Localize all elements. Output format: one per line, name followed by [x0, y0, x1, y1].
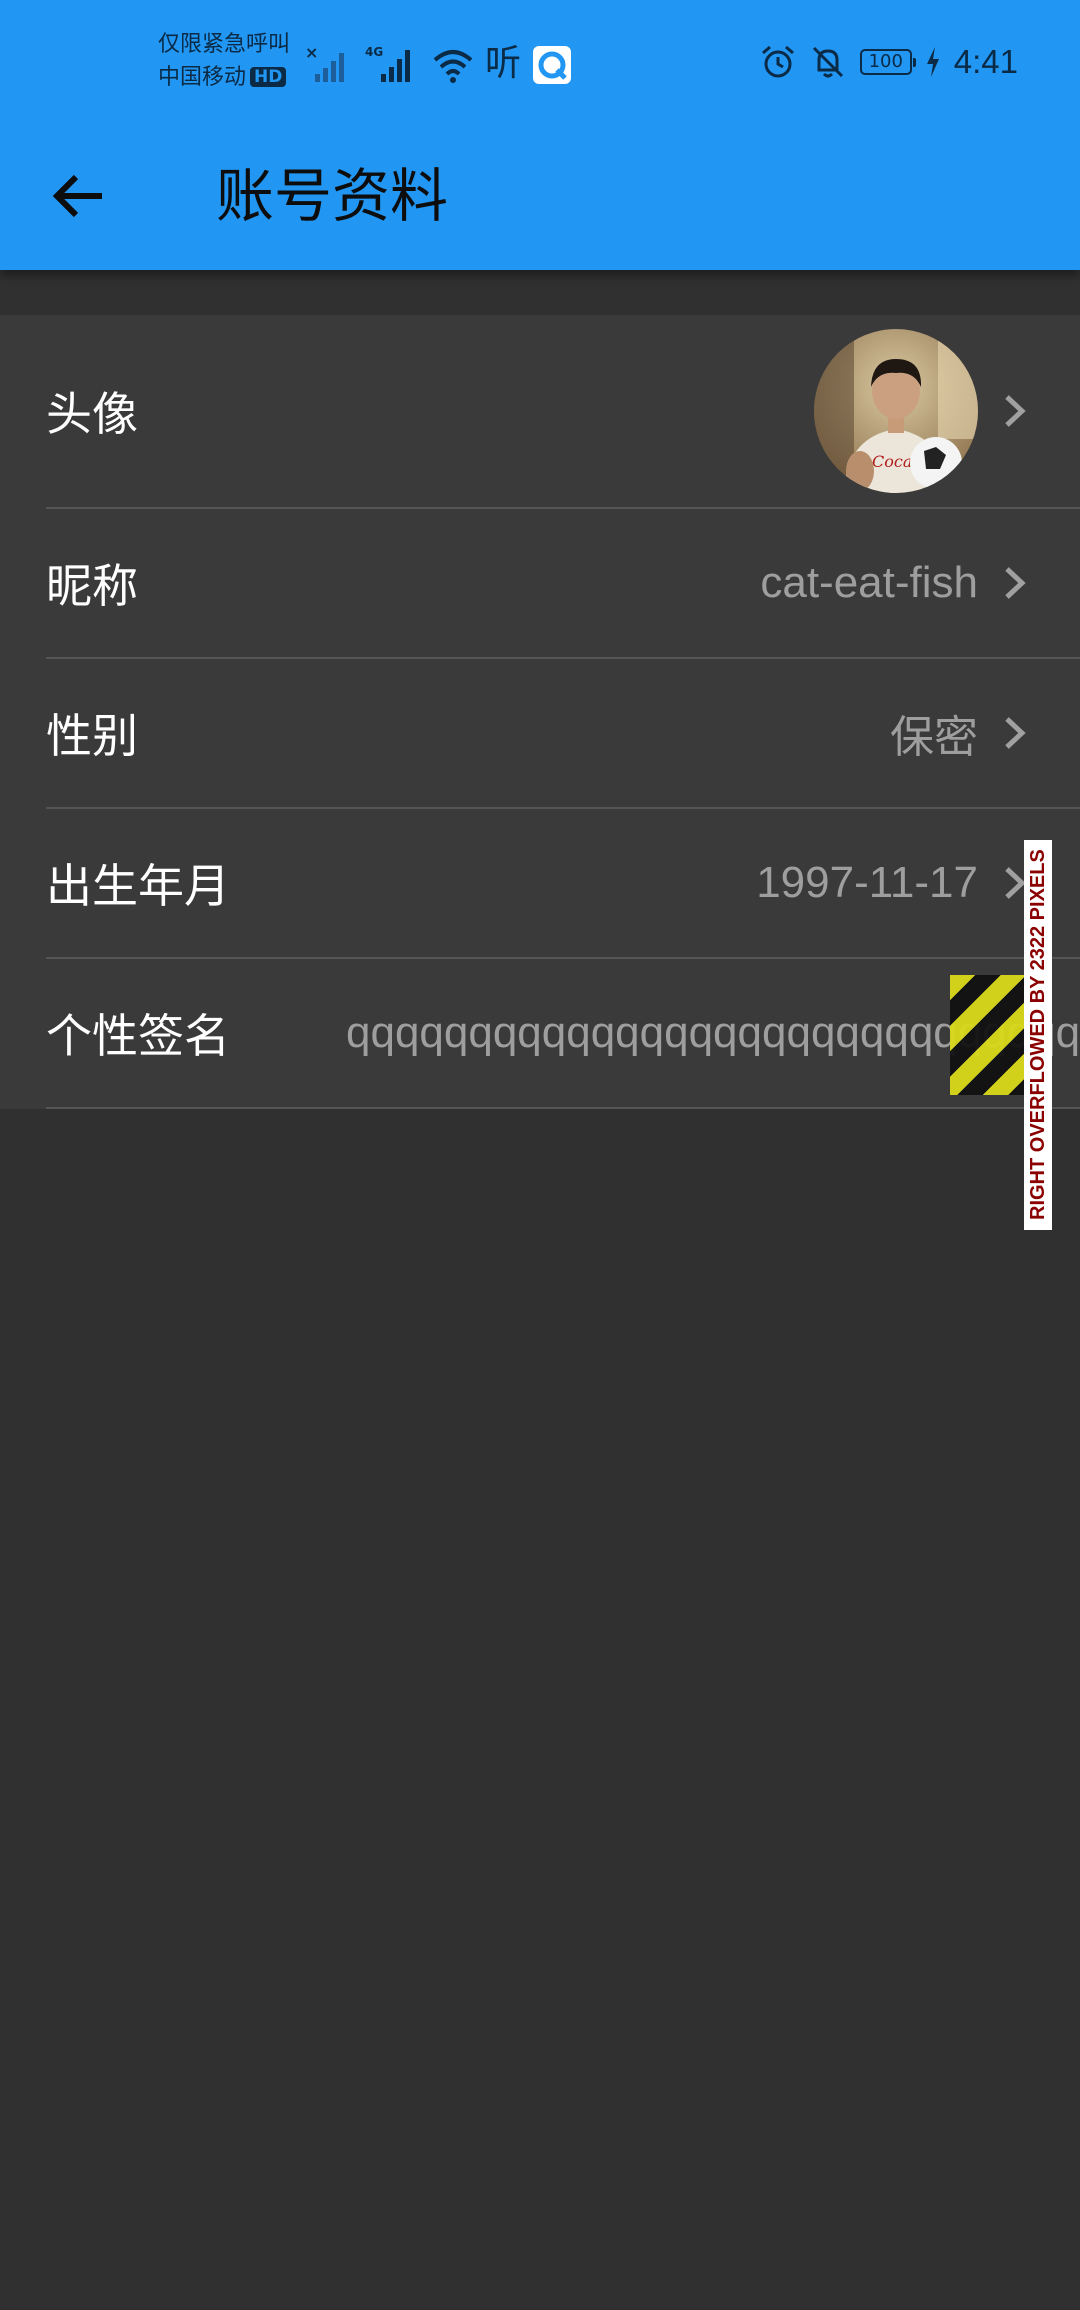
- arrow-left-icon: [52, 174, 102, 218]
- sim-x-icon: ×: [305, 44, 344, 82]
- chevron-right-icon: [1005, 395, 1026, 427]
- overflow-warning-label: RIGHT OVERFLOWED BY 2322 PIXELS: [1024, 840, 1052, 1230]
- birth-value: 1997-11-17: [756, 858, 978, 907]
- app-icon: [533, 46, 572, 84]
- carrier-name-line: 中国移动 HD: [158, 61, 290, 94]
- battery-icon: 100: [859, 49, 916, 75]
- chevron-right-icon: [1005, 717, 1026, 749]
- network-type-label: 4G: [365, 45, 383, 59]
- header: 仅限紧急呼叫 中国移动 HD × 4G 听 100 4:41 账号资料: [0, 0, 1080, 270]
- charging-icon: [926, 47, 939, 77]
- chevron-right-icon: [1005, 567, 1026, 599]
- alarm-icon: [761, 45, 794, 78]
- status-bar: 仅限紧急呼叫 中国移动 HD × 4G 听 100 4:41: [0, 0, 1080, 122]
- avatar-row[interactable]: 头像 Coca: [46, 315, 1080, 509]
- status-icons-right: 100 4:41: [760, 40, 1018, 84]
- signal-icon: 4G: [365, 45, 410, 82]
- svg-text:×: ×: [305, 44, 318, 62]
- carrier-emergency-text: 仅限紧急呼叫: [158, 32, 291, 57]
- avatar: Coca: [814, 329, 978, 493]
- signature-row[interactable]: 个性签名 qqqqqqqqqqqqqqqqqqqqqqqqqqqqqqqqqq: [46, 959, 1080, 1109]
- back-button[interactable]: [42, 160, 114, 232]
- carrier-info: 仅限紧急呼叫 中国移动 HD: [158, 28, 290, 94]
- gender-value: 保密: [890, 712, 978, 763]
- avatar-label: 头像: [46, 387, 138, 441]
- page-title: 账号资料: [216, 162, 449, 230]
- nickname-label: 昵称: [46, 559, 138, 613]
- gender-label: 性别: [46, 709, 138, 763]
- svg-text:Coca: Coca: [872, 452, 912, 471]
- mute-bell-icon: [812, 46, 843, 78]
- hd-badge: HD: [250, 67, 287, 87]
- profile-list: 头像 Coca 昵称 cat-eat-fish 性别 保密 出生年月 1997-…: [0, 315, 1080, 1109]
- listen-icon: 听: [485, 43, 522, 84]
- birth-label: 出生年月: [46, 859, 230, 913]
- overflow-indicator-stripes: [950, 975, 1024, 1095]
- birth-row[interactable]: 出生年月 1997-11-17: [46, 809, 1080, 959]
- status-icons-left: × 4G 听: [305, 38, 572, 84]
- carrier-name: 中国移动: [158, 65, 247, 90]
- clock: 4:41: [953, 43, 1018, 80]
- signature-label: 个性签名: [46, 1009, 230, 1063]
- nickname-row[interactable]: 昵称 cat-eat-fish: [46, 509, 1080, 659]
- wifi-icon: [433, 50, 473, 83]
- gender-row[interactable]: 性别 保密: [46, 659, 1080, 809]
- nickname-value: cat-eat-fish: [760, 558, 978, 607]
- app-bar: 账号资料: [0, 122, 1080, 270]
